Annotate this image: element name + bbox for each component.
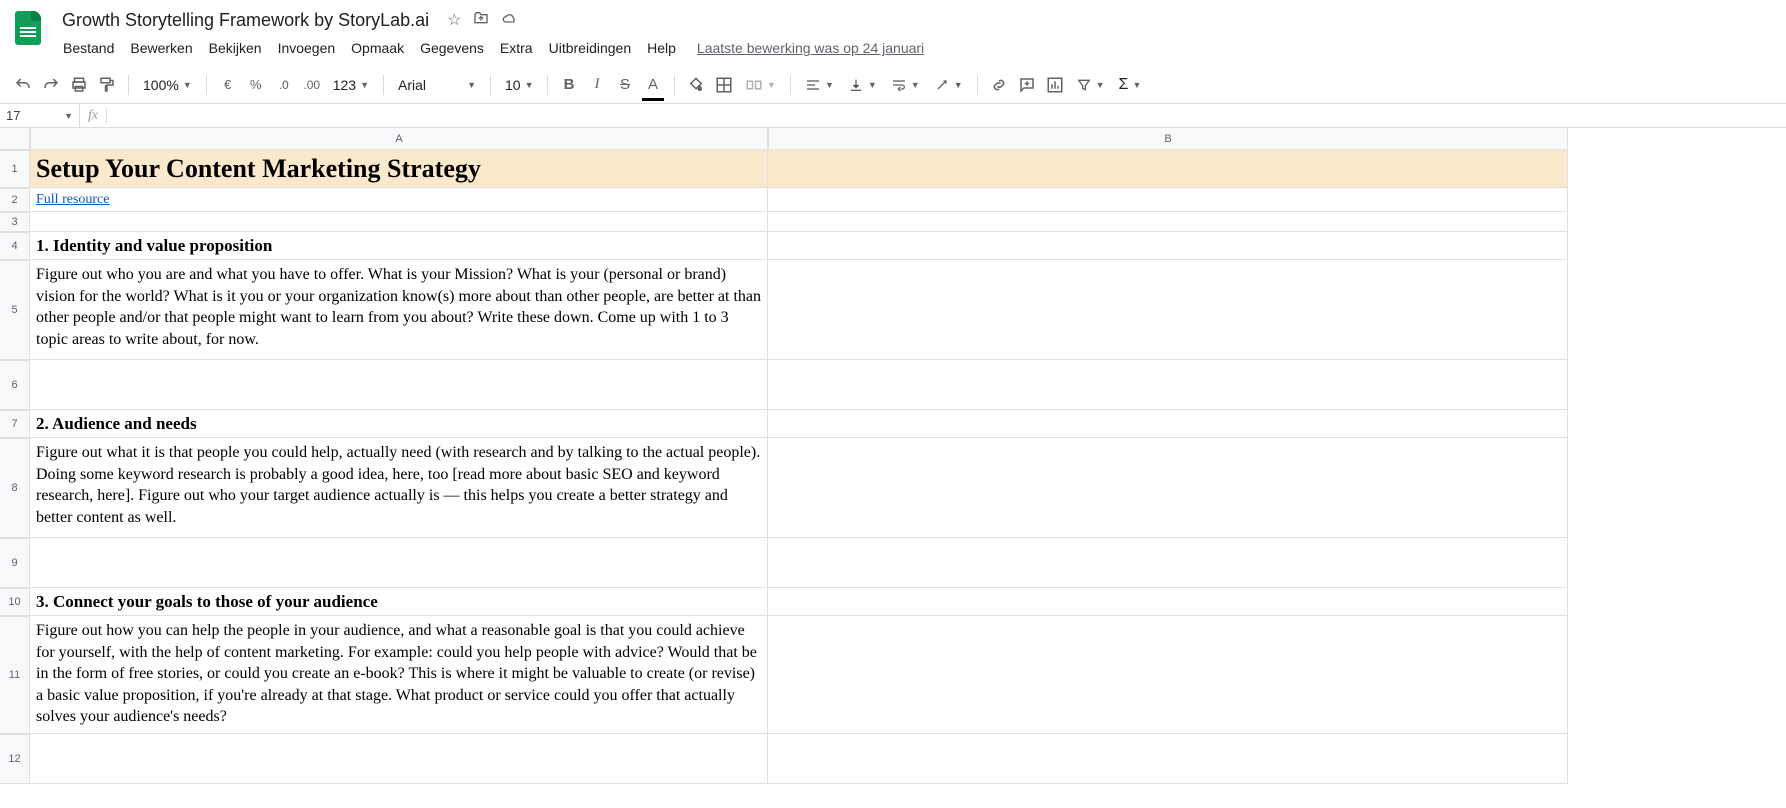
row-header[interactable]: 3	[0, 212, 30, 232]
column-header[interactable]: A	[30, 128, 768, 150]
menu-help[interactable]: Help	[640, 36, 683, 60]
paint-format-button[interactable]	[94, 72, 120, 98]
zoom-dropdown[interactable]: 100%▼	[137, 72, 198, 98]
cell[interactable]	[768, 438, 1568, 538]
cell[interactable]	[768, 588, 1568, 616]
cell[interactable]	[768, 360, 1568, 410]
cell[interactable]	[768, 232, 1568, 260]
menu-bar: BestandBewerkenBekijkenInvoegenOpmaakGeg…	[56, 34, 924, 62]
functions-dropdown[interactable]: Σ▼	[1113, 72, 1148, 98]
cell[interactable]	[30, 538, 768, 588]
cell[interactable]: Figure out what it is that people you co…	[30, 438, 768, 538]
print-button[interactable]	[66, 72, 92, 98]
increase-decimal-button[interactable]: .00	[299, 72, 325, 98]
borders-button[interactable]	[711, 72, 737, 98]
menu-bekijken[interactable]: Bekijken	[202, 36, 269, 60]
row-header[interactable]: 1	[0, 150, 30, 188]
currency-button[interactable]: €	[215, 72, 241, 98]
app-header: Growth Storytelling Framework by StoryLa…	[0, 0, 1786, 62]
font-size-dropdown[interactable]: 10▼	[499, 72, 539, 98]
strikethrough-button[interactable]: S	[612, 72, 638, 98]
row-header[interactable]: 4	[0, 232, 30, 260]
menu-invoegen[interactable]: Invoegen	[271, 36, 343, 60]
merge-cells-dropdown[interactable]: ▼	[739, 72, 782, 98]
cell[interactable]	[768, 734, 1568, 784]
cell[interactable]	[30, 212, 768, 232]
document-title[interactable]: Growth Storytelling Framework by StoryLa…	[56, 8, 435, 33]
insert-comment-button[interactable]	[1014, 72, 1040, 98]
row-header[interactable]: 12	[0, 734, 30, 784]
sheets-logo[interactable]	[8, 8, 48, 48]
cell[interactable]	[768, 212, 1568, 232]
row-header[interactable]: 8	[0, 438, 30, 538]
font-family-dropdown[interactable]: Arial▼	[392, 72, 482, 98]
move-icon[interactable]	[473, 10, 489, 30]
menu-bestand[interactable]: Bestand	[56, 36, 121, 60]
undo-button[interactable]	[10, 72, 36, 98]
cell[interactable]	[30, 360, 768, 410]
bold-button[interactable]: B	[556, 72, 582, 98]
row-header[interactable]: 11	[0, 616, 30, 734]
cloud-status-icon[interactable]	[501, 10, 519, 30]
cell[interactable]	[768, 616, 1568, 734]
text-rotation-dropdown[interactable]: ▼	[928, 72, 969, 98]
text-wrap-dropdown[interactable]: ▼	[885, 72, 926, 98]
horizontal-align-dropdown[interactable]: ▼	[799, 72, 840, 98]
spreadsheet-grid[interactable]: AB 1Setup Your Content Marketing Strategy…	[0, 128, 1786, 784]
row-header[interactable]: 9	[0, 538, 30, 588]
filter-dropdown[interactable]: ▼	[1070, 72, 1111, 98]
column-header[interactable]: B	[768, 128, 1568, 150]
menu-opmaak[interactable]: Opmaak	[344, 36, 411, 60]
cell[interactable]	[30, 734, 768, 784]
cell[interactable]	[768, 188, 1568, 212]
cell[interactable]: Figure out who you are and what you have…	[30, 260, 768, 360]
menu-uitbreidingen[interactable]: Uitbreidingen	[542, 36, 639, 60]
italic-button[interactable]: I	[584, 72, 610, 98]
row-header[interactable]: 2	[0, 188, 30, 212]
menu-bewerken[interactable]: Bewerken	[123, 36, 199, 60]
redo-button[interactable]	[38, 72, 64, 98]
star-icon[interactable]: ☆	[447, 10, 461, 30]
cell[interactable]	[768, 410, 1568, 438]
name-box[interactable]: 17▼	[0, 104, 80, 127]
menu-gegevens[interactable]: Gegevens	[413, 36, 491, 60]
row-header[interactable]: 10	[0, 588, 30, 616]
cell[interactable]: Setup Your Content Marketing Strategy	[30, 150, 768, 188]
insert-chart-button[interactable]	[1042, 72, 1068, 98]
vertical-align-dropdown[interactable]: ▼	[842, 72, 883, 98]
row-header[interactable]: 5	[0, 260, 30, 360]
row-header[interactable]: 6	[0, 360, 30, 410]
fill-color-button[interactable]	[683, 72, 709, 98]
cell[interactable]	[768, 150, 1568, 188]
text-color-button[interactable]: A	[640, 72, 666, 98]
cell[interactable]: 3. Connect your goals to those of your a…	[30, 588, 768, 616]
select-all-corner[interactable]	[0, 128, 30, 150]
cell[interactable]	[768, 260, 1568, 360]
cell[interactable]: Full resource	[30, 188, 768, 212]
cell[interactable]: 1. Identity and value proposition	[30, 232, 768, 260]
percent-button[interactable]: %	[243, 72, 269, 98]
cell[interactable]: 2. Audience and needs	[30, 410, 768, 438]
menu-extra[interactable]: Extra	[493, 36, 540, 60]
formula-bar: 17▼ fx	[0, 104, 1786, 128]
decrease-decimal-button[interactable]: .0	[271, 72, 297, 98]
cell[interactable]: Figure out how you can help the people i…	[30, 616, 768, 734]
cell[interactable]	[768, 538, 1568, 588]
number-format-dropdown[interactable]: 123▼	[327, 72, 375, 98]
formula-input[interactable]	[107, 104, 1786, 127]
row-header[interactable]: 7	[0, 410, 30, 438]
insert-link-button[interactable]	[986, 72, 1012, 98]
toolbar: 100%▼ € % .0 .00 123▼ Arial▼ 10▼ B I S A…	[0, 66, 1786, 104]
fx-icon: fx	[80, 108, 106, 124]
last-edit-link[interactable]: Laatste bewerking was op 24 januari	[697, 40, 924, 56]
